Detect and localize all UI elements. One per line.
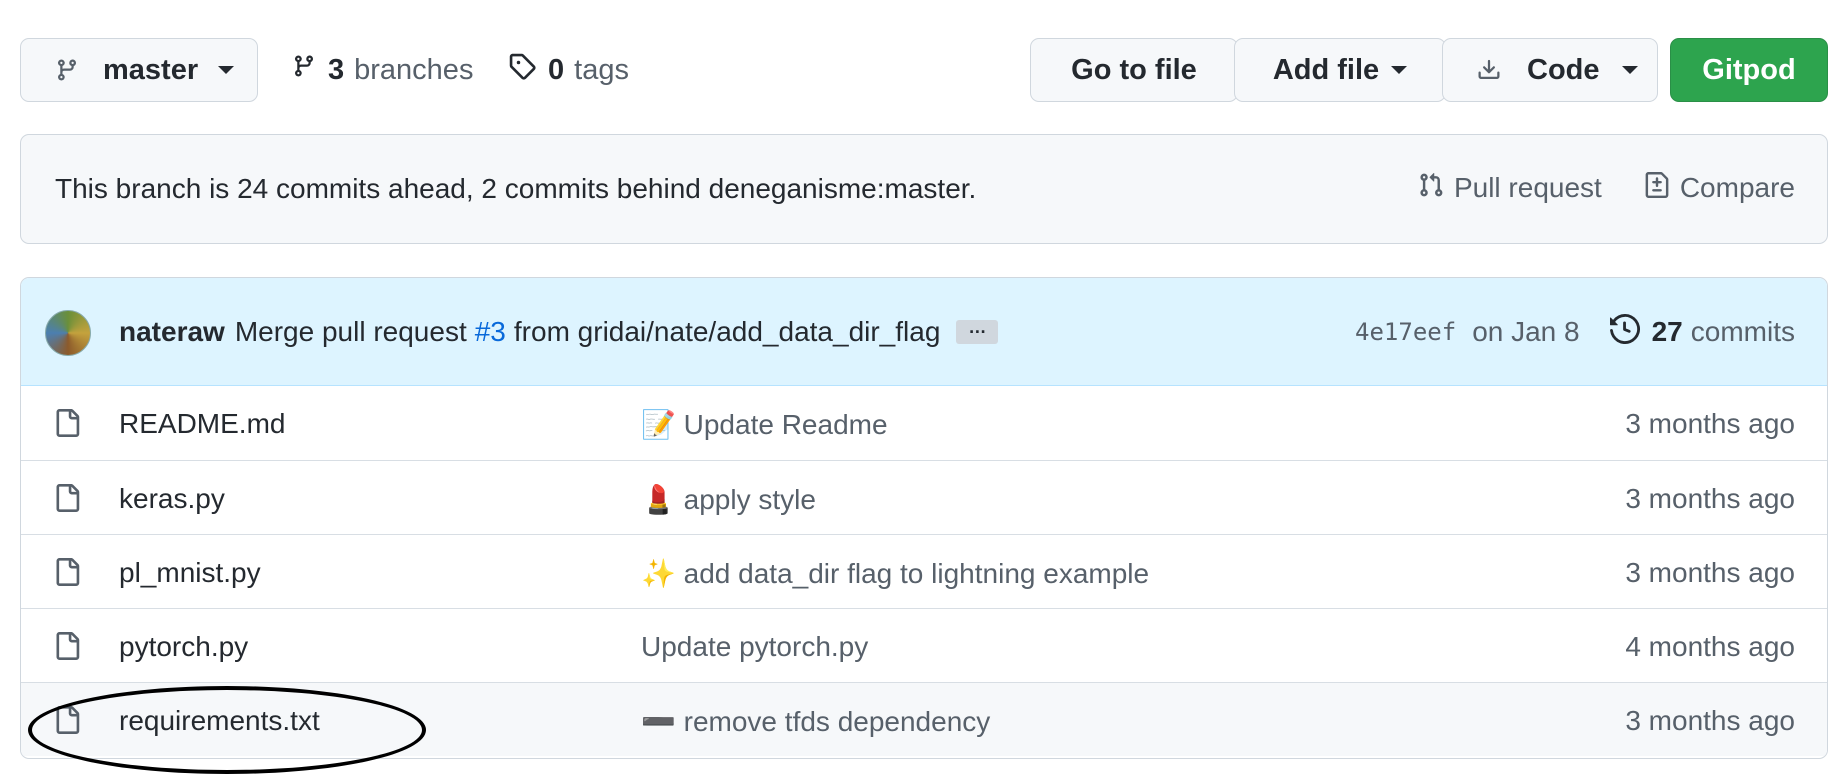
file-row-readme[interactable]: README.md 📝 Update Readme 3 months ago xyxy=(21,386,1827,460)
chevron-down-icon xyxy=(1391,66,1408,74)
code-button[interactable]: Code xyxy=(1442,38,1658,102)
code-label: Code xyxy=(1527,53,1600,86)
tag-icon xyxy=(508,52,536,88)
commit-author[interactable]: nateraw xyxy=(119,316,225,348)
file-name-link[interactable]: pytorch.py xyxy=(119,631,248,663)
file-commit-message-link[interactable]: Update pytorch.py xyxy=(641,631,868,663)
file-row-pl-mnist[interactable]: pl_mnist.py ✨ add data_dir flag to light… xyxy=(21,534,1827,608)
file-commit-age: 4 months ago xyxy=(1625,631,1795,662)
file-icon xyxy=(53,556,81,595)
git-branch-icon xyxy=(55,56,79,84)
tags-link[interactable]: 0 tags xyxy=(508,38,629,102)
chevron-down-icon xyxy=(218,66,235,74)
go-to-file-button[interactable]: Go to file xyxy=(1030,38,1238,102)
pull-request-number-link[interactable]: #3 xyxy=(475,316,506,348)
compare-label: Compare xyxy=(1679,172,1795,203)
branches-link[interactable]: 3 branches xyxy=(292,38,473,102)
tags-count: 0 xyxy=(548,53,565,86)
repo-toolbar: master 3 branches 0 tags Go to file Add … xyxy=(20,38,1828,102)
file-commit-message-link[interactable]: 💄 apply style xyxy=(641,483,816,516)
add-file-button[interactable]: Add file xyxy=(1234,38,1446,102)
avatar[interactable] xyxy=(45,310,91,356)
branches-label: branches xyxy=(354,53,474,86)
pull-request-icon xyxy=(1418,171,1444,206)
expand-commit-message-button[interactable]: … xyxy=(956,318,999,344)
git-branch-icon xyxy=(292,52,316,88)
file-commit-message-link[interactable]: 📝 Update Readme xyxy=(641,408,888,441)
file-row-keras[interactable]: keras.py 💄 apply style 3 months ago xyxy=(21,460,1827,534)
file-icon xyxy=(53,630,81,669)
branch-selector-button[interactable]: master xyxy=(20,38,258,102)
gitpod-label: Gitpod xyxy=(1702,53,1796,86)
go-to-file-label: Go to file xyxy=(1071,53,1197,86)
commit-message-prefix[interactable]: Merge pull request xyxy=(235,316,467,348)
commits-history-link[interactable]: 27 commits xyxy=(1609,313,1795,351)
pull-request-link[interactable]: Pull request xyxy=(1408,171,1602,206)
chevron-down-icon xyxy=(1621,66,1638,74)
file-list: nateraw Merge pull request #3 from grida… xyxy=(20,277,1828,759)
download-icon xyxy=(1477,56,1501,84)
file-icon xyxy=(53,407,81,446)
tags-label: tags xyxy=(574,53,629,86)
file-name-link[interactable]: README.md xyxy=(119,408,285,440)
file-icon xyxy=(53,482,81,521)
branch-name: master xyxy=(103,53,199,86)
commits-label: commits xyxy=(1690,316,1795,347)
branch-status-box: This branch is 24 commits ahead, 2 commi… xyxy=(20,134,1828,244)
file-commit-age: 3 months ago xyxy=(1625,557,1795,588)
pull-request-label: Pull request xyxy=(1453,172,1602,203)
file-commit-message-link[interactable]: ➖ remove tfds dependency xyxy=(641,705,990,738)
file-icon xyxy=(53,704,81,743)
file-commit-age: 3 months ago xyxy=(1625,705,1795,736)
commits-count: 27 xyxy=(1651,316,1683,347)
compare-link[interactable]: Compare xyxy=(1634,171,1795,206)
file-row-pytorch[interactable]: pytorch.py Update pytorch.py 4 months ag… xyxy=(21,608,1827,682)
latest-commit-bar: nateraw Merge pull request #3 from grida… xyxy=(21,278,1827,386)
commit-message-suffix[interactable]: from gridai/nate/add_data_dir_flag xyxy=(514,316,941,348)
file-commit-message-link[interactable]: ✨ add data_dir flag to lightning example xyxy=(641,557,1149,590)
file-name-link[interactable]: keras.py xyxy=(119,483,225,515)
file-name-link[interactable]: requirements.txt xyxy=(119,705,320,737)
history-icon xyxy=(1609,313,1640,351)
commit-sha-link[interactable]: 4e17eef xyxy=(1355,318,1456,346)
gitpod-button[interactable]: Gitpod xyxy=(1670,38,1828,102)
file-commit-age: 3 months ago xyxy=(1625,483,1795,514)
branches-count: 3 xyxy=(328,53,345,86)
add-file-label: Add file xyxy=(1272,53,1380,86)
file-row-requirements[interactable]: requirements.txt ➖ remove tfds dependenc… xyxy=(21,682,1827,756)
file-diff-icon xyxy=(1644,171,1670,206)
branch-status-text: This branch is 24 commits ahead, 2 commi… xyxy=(55,173,977,204)
file-commit-age: 3 months ago xyxy=(1625,408,1795,439)
commit-date: on Jan 8 xyxy=(1472,316,1580,347)
file-name-link[interactable]: pl_mnist.py xyxy=(119,557,261,589)
